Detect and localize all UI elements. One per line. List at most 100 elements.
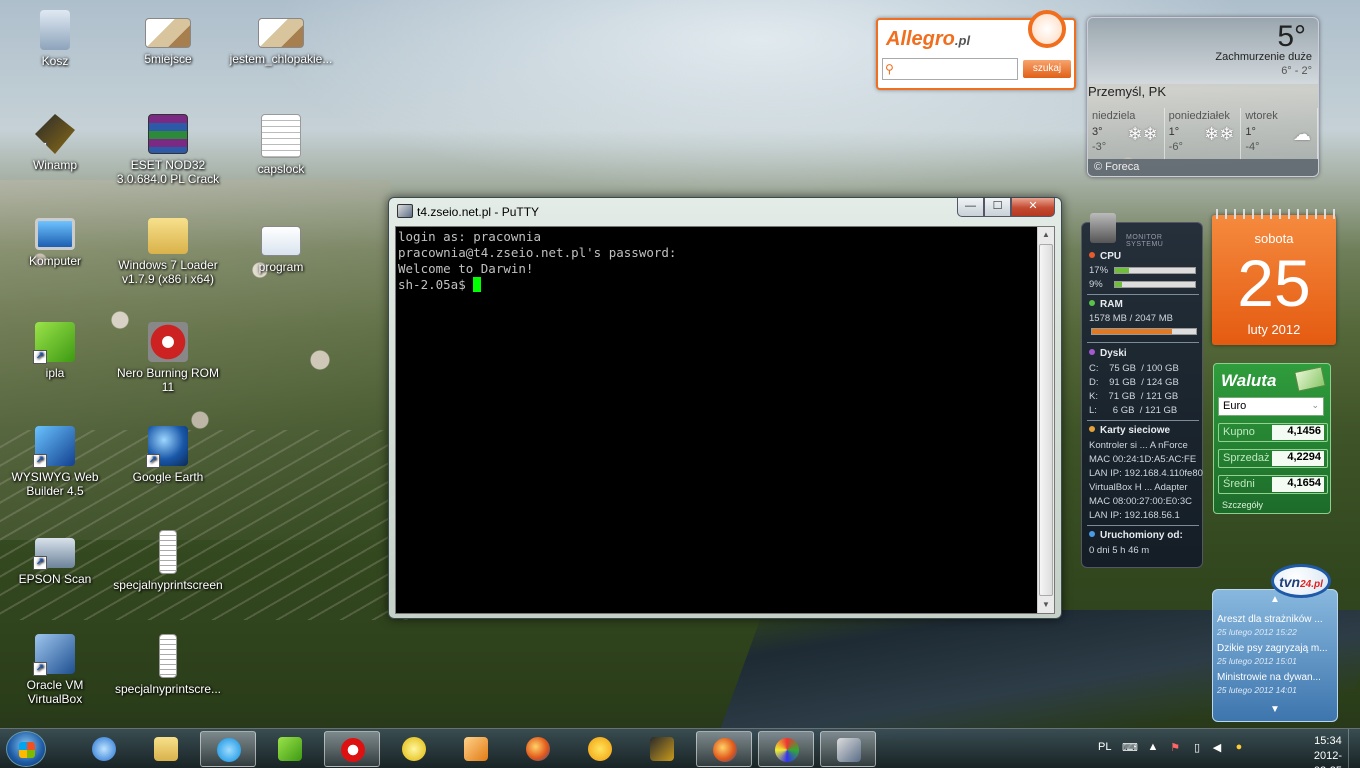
desktop-icon-webbuilder[interactable]: ↗ WYSIWYG Web Builder 4.5 xyxy=(0,426,110,498)
desktop-icon-specjalnyprintscre[interactable]: specjalnyprintscre... xyxy=(113,634,223,696)
currency-row-average: Średni 4,1654 xyxy=(1218,475,1328,494)
scroll-thumb[interactable] xyxy=(1039,244,1053,596)
ram-section-title: RAM xyxy=(1089,299,1123,310)
desktop-icon-kosz[interactable]: Kosz xyxy=(0,10,110,68)
calendar-gadget[interactable]: sobota 25 luty 2012 xyxy=(1212,209,1336,345)
uptime-section-title: Uruchomiony od: xyxy=(1089,530,1183,541)
image-thumbnail-icon xyxy=(258,18,304,48)
shell-prompt: sh-2.05a$ xyxy=(398,277,474,292)
skype-icon xyxy=(217,738,241,762)
taskbar-paint[interactable] xyxy=(758,731,814,767)
desktop-icon-label: specjalnyprintscreen xyxy=(113,578,223,592)
cloud-icon: ☁ xyxy=(1293,124,1312,144)
notification-icon[interactable]: ● xyxy=(1232,741,1246,755)
tvn24-logo: tvn24.pl xyxy=(1271,564,1331,598)
sun-icon xyxy=(588,737,612,761)
taskbar-firefox-window[interactable] xyxy=(696,731,752,767)
vertical-scrollbar[interactable]: ▲ ▼ xyxy=(1037,227,1054,613)
document-icon xyxy=(159,634,177,678)
desktop-icon-win7loader[interactable]: Windows 7 Loader v1.7.9 (x86 i x64) xyxy=(113,218,223,286)
desktop-icon-label: program xyxy=(258,260,304,274)
desktop-icon-nero[interactable]: Nero Burning ROM 11 xyxy=(113,322,223,394)
application-icon xyxy=(261,226,301,256)
lightbulb-icon xyxy=(402,737,426,761)
keyboard-icon[interactable]: ⌨ xyxy=(1122,741,1138,755)
taskbar-media-player[interactable] xyxy=(448,731,504,767)
shortcut-arrow-icon: ↗ xyxy=(33,662,47,676)
ram-dot-icon xyxy=(1089,300,1095,306)
search-icon: ⚲ xyxy=(885,62,894,76)
allegro-search-button[interactable]: szukaj xyxy=(1023,60,1071,78)
taskbar-opera[interactable] xyxy=(324,731,380,767)
desktop-icon-5miejsce[interactable]: 5miejsce xyxy=(113,10,223,66)
volume-icon[interactable]: ◀ xyxy=(1210,741,1224,755)
disk-row: K: 71 GB / 121 GB xyxy=(1089,391,1179,402)
calendar-month-year: luty 2012 xyxy=(1247,322,1301,337)
ipla-icon: ↗ xyxy=(33,322,75,364)
scanner-icon: ↗ xyxy=(33,538,75,570)
clock[interactable]: 15:34 2012-02-25 xyxy=(1314,734,1342,768)
taskbar-winamp[interactable] xyxy=(634,731,690,767)
taskbar-putty[interactable] xyxy=(820,731,876,767)
maximize-button[interactable]: ☐ xyxy=(984,198,1011,217)
desktop-icon-capslock[interactable]: capslock xyxy=(226,114,336,176)
scroll-up-icon[interactable]: ▲ xyxy=(1038,227,1054,243)
action-center-icon[interactable]: ⚑ xyxy=(1168,741,1182,755)
currency-select[interactable]: Euro ⌄ xyxy=(1218,397,1324,416)
network-row: LAN IP: 192.168.4.110fe80 xyxy=(1089,468,1203,479)
taskbar-ipla[interactable] xyxy=(262,731,318,767)
allegro-search-input[interactable]: ⚲ xyxy=(882,58,1018,80)
desktop-icon-komputer[interactable]: Komputer xyxy=(0,218,110,268)
putty-icon xyxy=(397,204,413,218)
news-item[interactable]: Ministrowie na dywan... 25 lutego 2012 1… xyxy=(1217,672,1335,696)
terminal-area[interactable]: login as: pracownia pracownia@t4.zseio.n… xyxy=(395,226,1055,614)
network-icon[interactable]: ▯ xyxy=(1190,741,1204,755)
terminal-line: pracownia@t4.zseio.net.pl's password: xyxy=(398,245,677,260)
paint-palette-icon xyxy=(775,738,799,762)
close-button[interactable]: ✕ xyxy=(1011,198,1055,217)
desktop-icon-epson-scan[interactable]: ↗ EPSON Scan xyxy=(0,530,110,586)
taskbar-lightbulb[interactable] xyxy=(386,731,442,767)
shortcut-arrow-icon: ↗ xyxy=(35,142,47,154)
putty-window[interactable]: t4.zseio.net.pl - PuTTY — ☐ ✕ login as: … xyxy=(388,197,1062,619)
news-item[interactable]: Dzikie psy zagryzają m... 25 lutego 2012… xyxy=(1217,643,1335,667)
scroll-up-icon[interactable]: ▲ xyxy=(1213,594,1337,605)
desktop-icon-eset[interactable]: ESET NOD32 3.0.684.0 PL Crack xyxy=(113,114,223,186)
show-hidden-icons-icon[interactable]: ▲ xyxy=(1146,741,1160,755)
desktop-icon-program[interactable]: program xyxy=(226,218,336,274)
show-desktop-button[interactable] xyxy=(1348,729,1360,768)
divider xyxy=(1087,342,1199,343)
weather-gadget[interactable]: 5° Zachmurzenie duże 6° - 2° Przemyśl, P… xyxy=(1087,17,1319,177)
desktop-icon-virtualbox[interactable]: ↗ Oracle VM VirtualBox xyxy=(0,634,110,706)
firefox-icon xyxy=(526,737,550,761)
desktop-icon-winamp[interactable]: ↗ Winamp xyxy=(0,114,110,172)
desktop-icon-jestem[interactable]: jestem_chlopakie... xyxy=(226,10,336,66)
ipla-icon xyxy=(278,737,302,761)
scroll-down-icon[interactable]: ▼ xyxy=(1038,597,1054,613)
weather-provider[interactable]: © Foreca xyxy=(1088,159,1318,176)
taskbar-sun-app[interactable] xyxy=(572,731,628,767)
news-item[interactable]: Areszt dla strażników ... 25 lutego 2012… xyxy=(1217,614,1335,638)
taskbar-explorer[interactable] xyxy=(138,731,194,767)
start-button[interactable] xyxy=(6,731,46,767)
taskbar-internet-explorer[interactable] xyxy=(76,731,132,767)
currency-details-link[interactable]: Szczegóły xyxy=(1222,500,1263,510)
disks-section-title: Dyski xyxy=(1089,348,1127,359)
minimize-button[interactable]: — xyxy=(957,198,984,217)
media-player-icon xyxy=(464,737,488,761)
desktop-icon-label: EPSON Scan xyxy=(18,572,92,586)
network-row: MAC 08:00:27:00:E0:3C xyxy=(1089,496,1192,507)
desktop-icon-label: Kosz xyxy=(41,54,69,68)
forecast-day: niedziela 3° -3° ❄❄ xyxy=(1088,108,1165,160)
desktop-icon-google-earth[interactable]: ↗ Google Earth xyxy=(113,426,223,484)
desktop-icon-ipla[interactable]: ↗ ipla xyxy=(0,322,110,380)
desktop-icon-specjalnyprintscreen[interactable]: specjalnyprintscreen xyxy=(113,530,223,592)
cpu-dot-icon xyxy=(1089,252,1095,258)
forecast-days: niedziela 3° -3° ❄❄ poniedziałek 1° -6° … xyxy=(1088,108,1318,160)
taskbar-skype[interactable] xyxy=(200,731,256,767)
scroll-down-icon[interactable]: ▼ xyxy=(1213,704,1337,715)
taskbar-firefox[interactable] xyxy=(510,731,566,767)
putty-icon xyxy=(837,738,861,762)
network-row: LAN IP: 192.168.56.1 xyxy=(1089,510,1180,521)
language-indicator[interactable]: PL xyxy=(1098,741,1111,753)
